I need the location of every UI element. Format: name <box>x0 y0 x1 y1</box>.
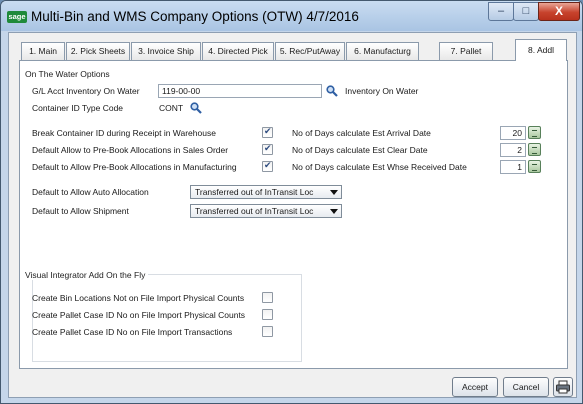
container-type-label: Container ID Type Code <box>32 103 124 113</box>
days-arrival-calculator-icon[interactable] <box>528 126 541 139</box>
dialog-body: 1. Main 2. Pick Sheets 3. Invoice Ship 4… <box>8 32 577 398</box>
chevron-down-icon <box>330 209 338 214</box>
prebook-manufacturing-label: Default to Allow Pre-Book Allocations in… <box>32 162 237 172</box>
vi-bin-locations-checkbox[interactable] <box>262 292 273 303</box>
container-lookup-icon[interactable] <box>190 102 202 114</box>
printer-icon <box>556 380 570 394</box>
break-container-label: Break Container ID during Receipt in War… <box>32 128 216 138</box>
sage-logo-icon: sage <box>7 11 27 23</box>
days-clear-label: No of Days calculate Est Clear Date <box>292 145 428 155</box>
tab-rec-putaway[interactable]: 5. Rec/PutAway <box>275 42 345 60</box>
auto-allocation-value: Transferred out of InTransit Loc <box>195 187 314 197</box>
allow-shipment-select[interactable]: Transferred out of InTransit Loc <box>190 204 342 218</box>
container-type-field[interactable]: CONT <box>155 101 189 115</box>
days-received-field[interactable]: 1 <box>500 160 526 174</box>
days-received-calculator-icon[interactable] <box>528 160 541 173</box>
tab-strip: 1. Main 2. Pick Sheets 3. Invoice Ship 4… <box>19 39 569 61</box>
vi-pallet-counts-checkbox[interactable] <box>262 309 273 320</box>
prebook-sales-order-checkbox[interactable] <box>262 143 273 155</box>
vi-pallet-transactions-checkbox[interactable] <box>262 326 273 337</box>
minimize-button[interactable]: – <box>488 2 514 21</box>
vi-section-title: Visual Integrator Add On the Fly <box>25 270 149 280</box>
options-window: sage Multi-Bin and WMS Company Options (… <box>0 0 583 404</box>
title-bar[interactable]: sage Multi-Bin and WMS Company Options (… <box>1 1 582 31</box>
vi-pallet-transactions-label: Create Pallet Case ID No on File Import … <box>32 327 233 337</box>
tab-manufacturing[interactable]: 6. Manufacturg <box>346 42 419 60</box>
auto-allocation-select[interactable]: Transferred out of InTransit Loc <box>190 185 342 199</box>
print-button[interactable] <box>553 377 573 397</box>
gl-account-label: G/L Acct Inventory On Water <box>32 86 140 96</box>
vi-bin-locations-label: Create Bin Locations Not on File Import … <box>32 293 245 303</box>
tab-pallet[interactable]: 7. Pallet <box>439 42 493 60</box>
vi-pallet-counts-label: Create Pallet Case ID No on File Import … <box>32 310 246 320</box>
tab-main[interactable]: 1. Main <box>21 42 65 60</box>
accept-button[interactable]: Accept <box>452 377 498 397</box>
cancel-button[interactable]: Cancel <box>503 377 549 397</box>
days-clear-field[interactable]: 2 <box>500 143 526 157</box>
tab-pick-sheets[interactable]: 2. Pick Sheets <box>66 42 130 60</box>
gl-account-description: Inventory On Water <box>345 86 419 96</box>
window-title: Multi-Bin and WMS Company Options (OTW) … <box>31 9 359 24</box>
auto-allocation-label: Default to Allow Auto Allocation <box>32 187 149 197</box>
chevron-down-icon <box>330 190 338 195</box>
close-button[interactable]: X <box>538 2 580 21</box>
prebook-manufacturing-checkbox[interactable] <box>262 160 273 172</box>
allow-shipment-label: Default to Allow Shipment <box>32 206 129 216</box>
prebook-sales-order-label: Default Allow to Pre-Book Allocations in… <box>32 145 229 155</box>
maximize-button[interactable]: □ <box>513 2 539 21</box>
days-arrival-field[interactable]: 20 <box>500 126 526 140</box>
tab-invoice-ship[interactable]: 3. Invoice Ship <box>131 42 201 60</box>
tab-addl[interactable]: 8. Addl <box>515 39 567 61</box>
days-received-label: No of Days calculate Est Whse Received D… <box>292 162 467 172</box>
allow-shipment-value: Transferred out of InTransit Loc <box>195 206 314 216</box>
days-clear-calculator-icon[interactable] <box>528 143 541 156</box>
otw-section-title: On The Water Options <box>25 69 110 79</box>
break-container-checkbox[interactable] <box>262 126 273 138</box>
tab-directed-pick[interactable]: 4. Directed Pick <box>202 42 274 60</box>
gl-account-field[interactable]: 119-00-00 <box>158 84 322 98</box>
addl-tab-panel: On The Water Options G/L Acct Inventory … <box>19 60 568 369</box>
days-arrival-label: No of Days calculate Est Arrival Date <box>292 128 431 138</box>
gl-lookup-icon[interactable] <box>326 85 338 97</box>
